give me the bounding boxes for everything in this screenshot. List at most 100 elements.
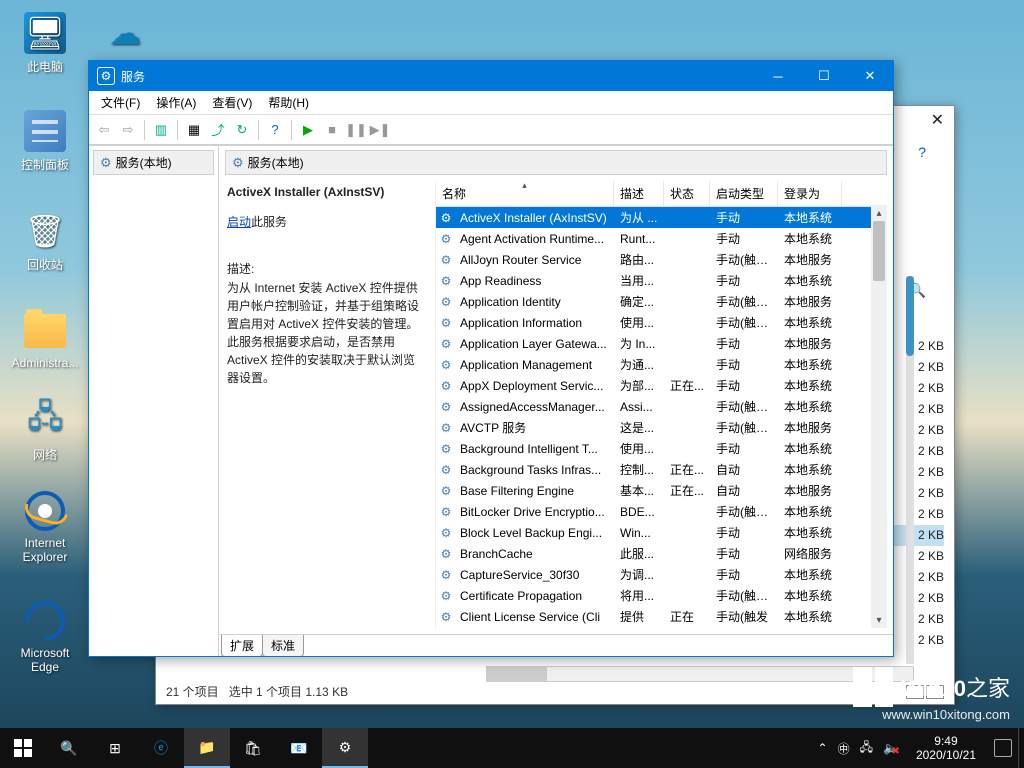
tray-chevron-icon[interactable]: ⌃ [818, 741, 828, 755]
desktop-recycle-bin[interactable]: 🗑回收站 [8, 210, 82, 273]
service-row[interactable]: ⚙Client License Service (Cli提供正在手动(触发本地系… [436, 606, 887, 627]
service-row[interactable]: ⚙AssignedAccessManager...Assi...手动(触发...… [436, 396, 887, 417]
tray-notifications-icon[interactable] [994, 739, 1012, 757]
close-icon[interactable]: ✕ [931, 110, 944, 130]
service-row[interactable]: ⚙Background Tasks Infras...控制...正在...自动本… [436, 459, 887, 480]
col-startup[interactable]: 启动类型 [710, 181, 778, 206]
cell-name: Client License Service (Cli [454, 610, 614, 624]
col-state[interactable]: 状态 [664, 181, 710, 206]
service-row[interactable]: ⚙Background Intelligent T...使用...手动本地系统 [436, 438, 887, 459]
show-desktop-button[interactable] [1018, 728, 1024, 768]
cell-desc: 当用... [614, 272, 664, 289]
nav-back-button[interactable]: ⇦ [93, 119, 115, 141]
service-row[interactable]: ⚙Application Information使用...手动(触发...本地系… [436, 312, 887, 333]
toolbar: ⇦ ⇨ ▥ ▦ ⤴ ↻ ? ▶ ■ ❚❚ ▶❚ [89, 115, 893, 145]
cell-logon: 本地系统 [778, 566, 842, 583]
list-scrollbar[interactable]: ▴▾ [871, 205, 887, 628]
description-pane: ActiveX Installer (AxInstSV) 启动此服务 描述: 为… [225, 181, 435, 628]
service-row[interactable]: ⚙App Readiness当用...手动本地系统 [436, 270, 887, 291]
services-window: ⚙ 服务 ─ ☐ ✕ 文件(F) 操作(A) 查看(V) 帮助(H) ⇦ ⇨ ▥… [88, 60, 894, 657]
desktop-ie[interactable]: Internet Explorer [8, 490, 82, 564]
taskbar-explorer[interactable]: 📁 [184, 728, 230, 768]
cell-logon: 本地服务 [778, 251, 842, 268]
desktop-network[interactable]: 🖧网络 [8, 400, 82, 463]
scrollbar-vertical[interactable] [906, 276, 914, 664]
desktop-control-panel[interactable]: 控制面板 [8, 110, 82, 173]
tray-ime-icon[interactable]: ㊥ [838, 740, 850, 757]
scroll-up-icon[interactable]: ▴ [871, 205, 887, 221]
desktop-this-pc[interactable]: 🖥此电脑 [8, 12, 82, 75]
taskbar-edge[interactable]: ⓔ [138, 728, 184, 768]
service-row[interactable]: ⚙CaptureService_30f30为调...手动本地系统 [436, 564, 887, 585]
scroll-down-icon[interactable]: ▾ [871, 612, 887, 628]
menu-file[interactable]: 文件(F) [93, 92, 148, 113]
cell-logon: 本地系统 [778, 608, 842, 625]
cell-desc: 为通... [614, 356, 664, 373]
pause-button[interactable]: ❚❚ [345, 119, 367, 141]
export-button[interactable]: ⤴ [207, 119, 229, 141]
stop-button[interactable]: ■ [321, 119, 343, 141]
service-row[interactable]: ⚙BranchCache此服...手动网络服务 [436, 543, 887, 564]
search-button[interactable]: 🔍 [46, 728, 92, 768]
service-row[interactable]: ⚙AVCTP 服务这是...手动(触发...本地服务 [436, 417, 887, 438]
service-row[interactable]: ⚙Application Management为通...手动本地系统 [436, 354, 887, 375]
service-row[interactable]: ⚙Block Level Backup Engi...Win...手动本地系统 [436, 522, 887, 543]
service-row[interactable]: ⚙AppX Deployment Servic...为部...正在...手动本地… [436, 375, 887, 396]
menu-action[interactable]: 操作(A) [148, 92, 204, 113]
service-row[interactable]: ⚙Application Identity确定...手动(触发...本地服务 [436, 291, 887, 312]
cell-name: AppX Deployment Servic... [454, 379, 614, 393]
taskbar-store[interactable]: 🛍 [230, 728, 276, 768]
cell-logon: 本地服务 [778, 482, 842, 499]
tray-network-icon[interactable]: 🖧 [860, 738, 873, 759]
service-row[interactable]: ⚙Certificate Propagation将用...手动(触发...本地系… [436, 585, 887, 606]
start-button[interactable] [0, 728, 46, 768]
nav-forward-button[interactable]: ⇨ [117, 119, 139, 141]
cell-startup: 手动 [710, 335, 778, 352]
desktop-admin-folder[interactable]: Administra... [8, 310, 82, 370]
restart-button[interactable]: ▶❚ [369, 119, 391, 141]
taskbar-mail[interactable]: 📧 [276, 728, 322, 768]
play-button[interactable]: ▶ [297, 119, 319, 141]
titlebar[interactable]: ⚙ 服务 ─ ☐ ✕ [89, 61, 893, 91]
gear-icon: ⚙ [438, 525, 454, 541]
cell-desc: 为调... [614, 566, 664, 583]
close-button[interactable]: ✕ [847, 61, 893, 91]
col-name[interactable]: 名称▴ [436, 181, 614, 206]
taskbar-services[interactable]: ⚙ [322, 728, 368, 768]
desktop-weather[interactable]: ☁ [88, 12, 162, 58]
refresh-button[interactable]: ↻ [231, 119, 253, 141]
gear-icon: ⚙ [438, 441, 454, 457]
menu-help[interactable]: 帮助(H) [260, 92, 317, 113]
tray-clock[interactable]: 9:492020/10/21 [908, 734, 984, 762]
maximize-button[interactable]: ☐ [801, 61, 847, 91]
col-logon[interactable]: 登录为 [778, 181, 842, 206]
taskview-button[interactable]: ⊞ [92, 728, 138, 768]
tray-volume-mute-icon[interactable]: 🔈✖ [883, 741, 898, 755]
cell-logon: 本地系统 [778, 587, 842, 604]
service-row[interactable]: ⚙Base Filtering Engine基本...正在...自动本地服务 [436, 480, 887, 501]
cell-name: Background Intelligent T... [454, 442, 614, 456]
menu-view[interactable]: 查看(V) [204, 92, 260, 113]
minimize-button[interactable]: ─ [755, 61, 801, 91]
cell-name: BitLocker Drive Encryptio... [454, 505, 614, 519]
tab-extended[interactable]: 扩展 [221, 635, 263, 657]
service-row[interactable]: ⚙Agent Activation Runtime...Runt...手动本地系… [436, 228, 887, 249]
service-row[interactable]: ⚙AllJoyn Router Service路由...手动(触发...本地服务 [436, 249, 887, 270]
tab-standard[interactable]: 标准 [262, 635, 304, 657]
list-header[interactable]: 名称▴ 描述 状态 启动类型 登录为 [436, 181, 887, 207]
service-row[interactable]: ⚙Application Layer Gatewa...为 In...手动本地服… [436, 333, 887, 354]
help-button[interactable]: ? [264, 119, 286, 141]
pc-icon: 🖥 [24, 12, 66, 54]
gear-icon: ⚙ [438, 504, 454, 520]
tree-root-item[interactable]: ⚙服务(本地) [93, 150, 214, 175]
scrollbar-horizontal[interactable] [486, 666, 914, 682]
show-tree-button[interactable]: ▥ [150, 119, 172, 141]
properties-button[interactable]: ▦ [183, 119, 205, 141]
service-row[interactable]: ⚙ActiveX Installer (AxInstSV)为从 ...手动本地系… [436, 207, 887, 228]
desktop-edge[interactable]: Microsoft Edge [8, 600, 82, 674]
service-row[interactable]: ⚙BitLocker Drive Encryptio...BDE...手动(触发… [436, 501, 887, 522]
gear-icon: ⚙ [438, 420, 454, 436]
col-desc[interactable]: 描述 [614, 181, 664, 206]
start-service-link[interactable]: 启动 [227, 215, 251, 229]
help-icon[interactable]: ? [918, 144, 926, 160]
